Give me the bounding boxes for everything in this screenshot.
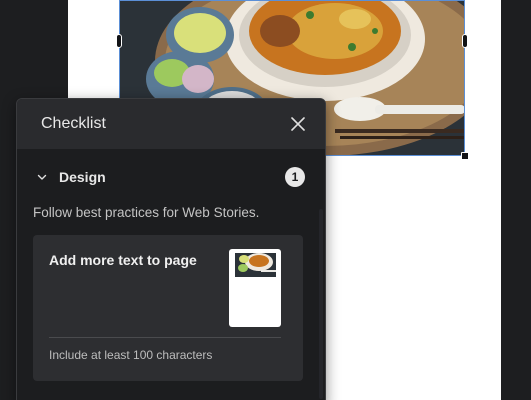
- design-section-toggle[interactable]: Design 1: [17, 149, 325, 205]
- resize-handle-left[interactable]: [116, 34, 122, 48]
- panel-scrollbar[interactable]: [319, 209, 323, 399]
- resize-handle-bottom-right[interactable]: [461, 152, 469, 160]
- story-editor: Checklist Design 1 Follow best practices…: [0, 0, 531, 400]
- thumbnail-image: [235, 253, 276, 277]
- card-title: Add more text to page: [49, 252, 197, 268]
- issue-count-badge: 1: [285, 167, 305, 187]
- checklist-title: Checklist: [41, 115, 106, 132]
- close-checklist-button[interactable]: [287, 113, 309, 135]
- close-icon: [291, 117, 305, 131]
- card-divider: [49, 337, 281, 338]
- checklist-panel: Checklist Design 1 Follow best practices…: [16, 98, 326, 400]
- chevron-down-icon: [35, 170, 49, 184]
- checklist-header: Checklist: [17, 99, 325, 149]
- resize-handle-right[interactable]: [462, 34, 468, 48]
- page-thumbnail[interactable]: [229, 249, 281, 327]
- checklist-card: Add more text to page Include at least 1…: [33, 235, 303, 381]
- design-section-title: Design: [59, 169, 106, 185]
- card-help-text: Include at least 100 characters: [49, 348, 213, 362]
- design-section-description: Follow best practices for Web Stories.: [33, 205, 260, 220]
